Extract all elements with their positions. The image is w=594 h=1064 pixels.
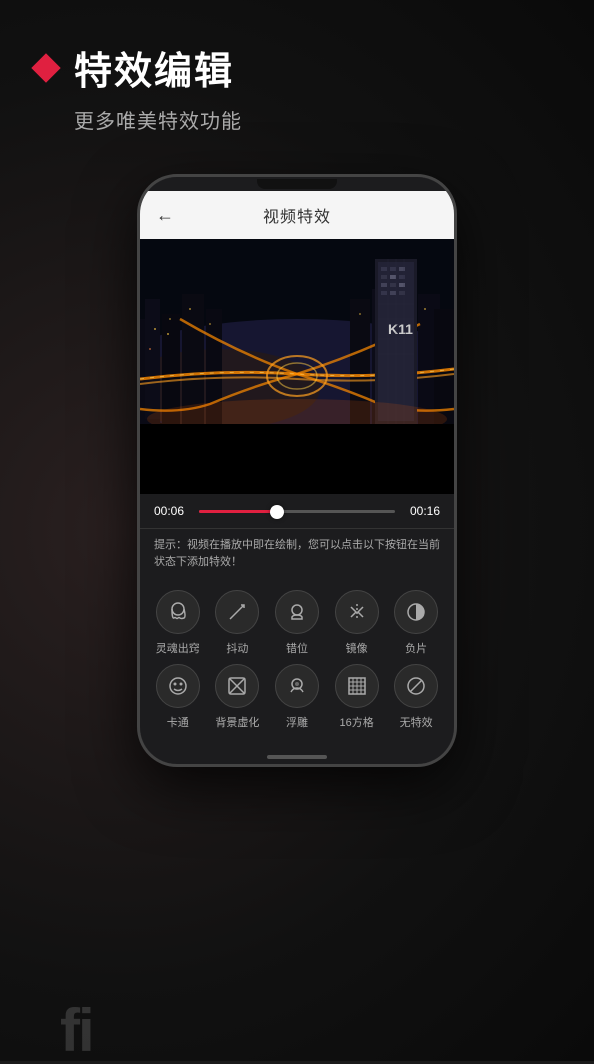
phone-notch xyxy=(257,179,337,189)
black-area xyxy=(140,424,454,494)
video-content: K11 xyxy=(140,239,454,424)
effect-grid16[interactable]: 16方格 xyxy=(331,664,383,730)
ghost-label: 灵魂出窍 xyxy=(156,640,200,656)
top-section: 特效编辑 更多唯美特效功能 xyxy=(0,0,594,154)
hint-text: 提示：视频在播放中即在绘制，您可以点击以下按钮在当前状态下添加特效！ xyxy=(140,528,454,578)
app-header: ← 视频特效 xyxy=(140,191,454,239)
negative-label: 负片 xyxy=(405,640,427,656)
phone-bottom xyxy=(140,750,454,764)
progress-fill xyxy=(199,510,277,513)
emboss-icon xyxy=(275,664,319,708)
no-effect-label: 无特效 xyxy=(400,714,433,730)
phone-top-bar xyxy=(140,177,454,191)
effect-emboss[interactable]: 浮雕 xyxy=(271,664,323,730)
city-scene-svg: K11 xyxy=(140,239,454,424)
shake-icon xyxy=(215,590,259,634)
page-main-title: 特效编辑 xyxy=(74,40,234,95)
grid16-icon xyxy=(335,664,379,708)
svg-text:K11: K11 xyxy=(388,321,413,337)
blur-bg-label: 背景虚化 xyxy=(215,714,259,730)
ghost-icon xyxy=(156,590,200,634)
effects-row-2: 卡通 背景虚化 浮雕 xyxy=(148,664,446,730)
page-sub-title: 更多唯美特效功能 xyxy=(74,105,564,134)
cartoon-icon xyxy=(156,664,200,708)
progress-thumb[interactable] xyxy=(270,505,284,519)
shake-label: 抖动 xyxy=(226,640,248,656)
end-time: 00:16 xyxy=(405,504,440,518)
bottom-fi-text: fi xyxy=(60,1001,93,1061)
diamond-icon xyxy=(30,52,62,84)
phone-frame: ← 视频特效 xyxy=(137,174,457,767)
effect-negative[interactable]: 负片 xyxy=(390,590,442,656)
emboss-label: 浮雕 xyxy=(286,714,308,730)
effect-shake[interactable]: 抖动 xyxy=(211,590,263,656)
home-indicator xyxy=(267,755,327,759)
mirror-label: 镜像 xyxy=(346,640,368,656)
app-header-title: 视频特效 xyxy=(263,203,331,227)
effect-mirror[interactable]: 镜像 xyxy=(331,590,383,656)
effects-row-1: 灵魂出窍 抖动 错位 xyxy=(148,590,446,656)
timeline-bar: 00:06 00:16 xyxy=(140,494,454,528)
effect-ghost[interactable]: 灵魂出窍 xyxy=(152,590,204,656)
effect-offset[interactable]: 错位 xyxy=(271,590,323,656)
title-row: 特效编辑 xyxy=(30,40,564,95)
effect-none[interactable]: 无特效 xyxy=(390,664,442,730)
negative-icon xyxy=(394,590,438,634)
effect-blur-bg[interactable]: 背景虚化 xyxy=(211,664,263,730)
video-player[interactable]: K11 xyxy=(140,239,454,424)
phone-mockup: ← 视频特效 xyxy=(0,174,594,767)
no-effect-icon xyxy=(394,664,438,708)
offset-label: 错位 xyxy=(286,640,308,656)
cartoon-label: 卡通 xyxy=(167,714,189,730)
blur-bg-icon xyxy=(215,664,259,708)
effect-cartoon[interactable]: 卡通 xyxy=(152,664,204,730)
start-time: 00:06 xyxy=(154,504,189,518)
progress-track[interactable] xyxy=(199,510,395,513)
grid16-label: 16方格 xyxy=(339,714,373,730)
offset-icon xyxy=(275,590,319,634)
effects-section: 灵魂出窍 抖动 错位 xyxy=(140,578,454,750)
back-button[interactable]: ← xyxy=(156,205,174,226)
mirror-icon xyxy=(335,590,379,634)
